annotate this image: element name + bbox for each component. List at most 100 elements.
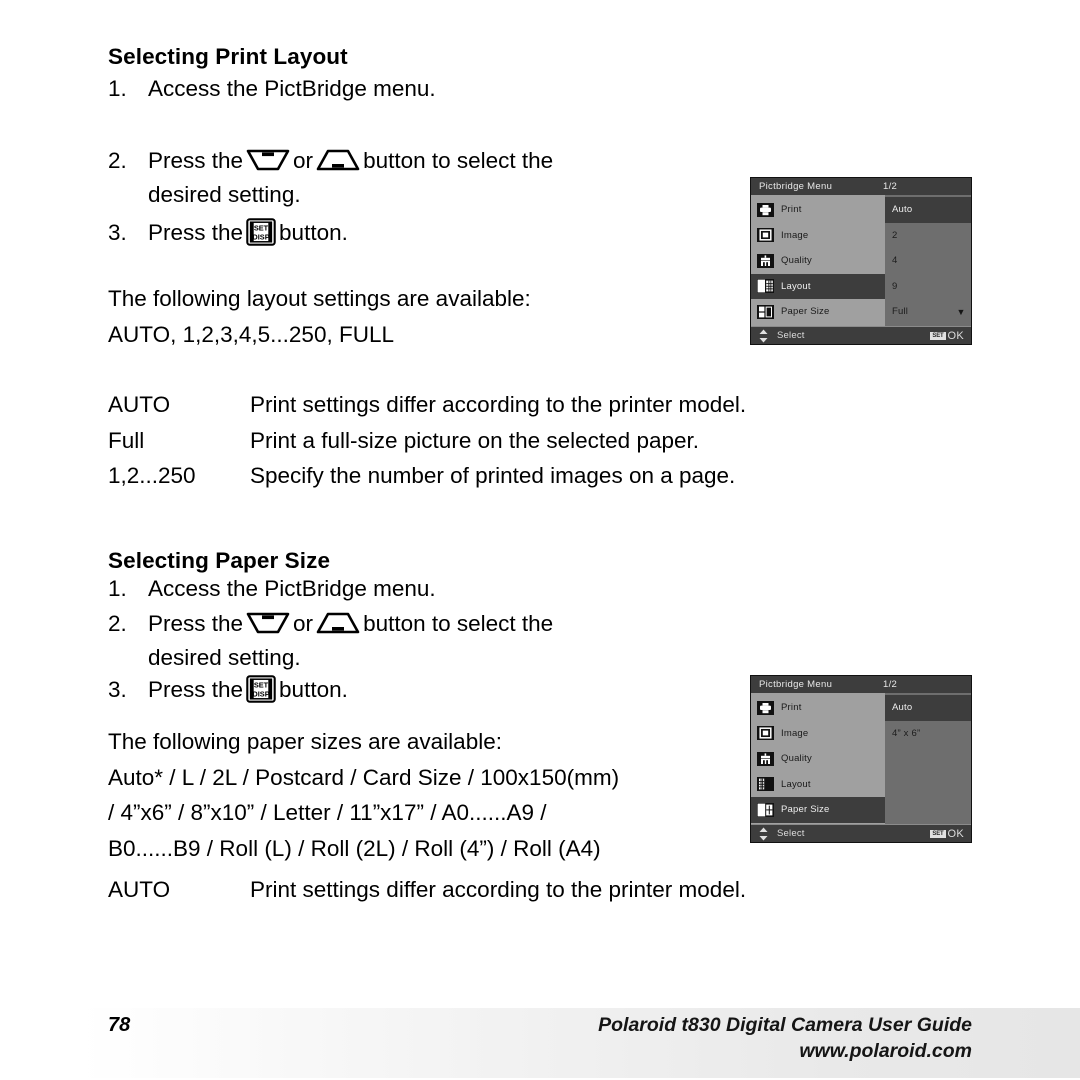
definition-row: AUTO Print settings differ according to … <box>108 877 988 902</box>
svg-text:SET: SET <box>254 224 269 233</box>
lcd-menu-item-layout[interactable]: Layout <box>751 772 885 798</box>
lcd-menu-item-print[interactable]: Print <box>751 695 885 721</box>
step-text-part: Press the <box>148 677 244 702</box>
lcd-menu-label: Quality <box>781 753 812 765</box>
svg-text:DISP: DISP <box>252 690 269 699</box>
svg-text:DISP: DISP <box>252 233 269 242</box>
lcd-value-row[interactable]: 4” x 6” <box>885 721 971 747</box>
step-text: Press the or button to select the <box>148 611 988 636</box>
lcd-menu-item-image[interactable]: Image <box>751 223 885 249</box>
definition-term: AUTO <box>108 392 171 417</box>
step-text-continued: desired setting. <box>148 644 301 670</box>
lcd-value-text: 2 <box>892 229 898 241</box>
lcd-value-text: Auto <box>892 204 913 216</box>
definition-row: Full Print a full-size picture on the se… <box>108 427 988 453</box>
step-text-part: Press the <box>148 148 244 173</box>
set-badge-icon: SET <box>930 829 946 838</box>
step-text: Access the PictBridge menu. <box>148 76 436 101</box>
definition-description: Specify the number of printed images on … <box>250 463 736 488</box>
lcd-value-text: 4 <box>892 255 898 267</box>
lcd-menu-label: Print <box>781 204 802 216</box>
lcd-menu-item-paper-size[interactable]: Paper Size <box>751 299 885 325</box>
step-text: Access the PictBridge menu. <box>148 576 436 601</box>
lcd-page-indicator: 1/2 <box>883 181 898 192</box>
lcd-menu-label: Layout <box>781 280 811 292</box>
up-down-arrows-icon <box>758 329 770 343</box>
page-title-print-layout: Selecting Print Layout <box>108 44 348 69</box>
lcd-value-row[interactable]: 9 <box>885 274 971 300</box>
up-trapezoid-button-icon <box>316 148 360 172</box>
lcd-value-row[interactable]: Auto <box>885 695 971 721</box>
lcd-menu-label: Paper Size <box>781 306 830 318</box>
lcd-value-list: Auto 4” x 6” <box>885 693 971 824</box>
definition-description: Print settings differ according to the p… <box>250 877 747 902</box>
lcd-footer-bar: Select SET OK <box>751 326 971 344</box>
lcd-title-text: Pictbridge Menu <box>759 181 833 192</box>
lcd-title-bar: Pictbridge Menu 1/2 <box>751 178 971 195</box>
scroll-down-arrow-icon[interactable]: ▼ <box>951 307 971 317</box>
lcd-menu-item-quality[interactable]: Quality <box>751 248 885 274</box>
definition-row: AUTO Print settings differ according to … <box>108 392 988 417</box>
footer-guide-title: Polaroid t830 Digital Camera User Guide <box>598 1014 972 1036</box>
manual-page: Selecting Print Layout 1. Access the Pic… <box>0 0 1080 1080</box>
lcd-menu-label: Paper Size <box>781 804 830 816</box>
printer-icon <box>757 700 774 715</box>
step-1-print-layout: 1. Access the PictBridge menu. <box>108 76 988 101</box>
lcd-menu-label: Quality <box>781 255 812 267</box>
lcd-menu-list: Print Image Quality Layout Paper Size <box>751 195 885 326</box>
lcd-value-row[interactable]: Auto <box>885 197 971 223</box>
section-paper-size: Selecting Paper Size <box>108 548 988 574</box>
step-text: Press the or button to select the <box>148 148 988 173</box>
step-number: 2. <box>108 148 127 173</box>
lcd-value-text: Auto <box>892 702 913 714</box>
lcd-value-list: Auto 2 4 9 Full ▼ <box>885 195 971 326</box>
lcd-menu-item-layout[interactable]: Layout <box>751 273 885 299</box>
lcd-footer-ok: SET OK <box>930 330 964 342</box>
quality-icon <box>757 751 774 766</box>
lcd-footer-ok-label: OK <box>947 329 964 342</box>
set-disp-button-icon: SET DISP <box>246 675 276 703</box>
lcd-screen-layout-menu: Pictbridge Menu 1/2 Print Image Quality … <box>750 177 972 345</box>
lcd-value-text: 4” x 6” <box>892 727 921 739</box>
step-text-part: Press the <box>148 220 244 245</box>
lcd-value-row[interactable]: 2 <box>885 223 971 249</box>
step-2-paper-size: 2. Press the or button to select the des… <box>108 611 988 669</box>
step-number: 1. <box>108 76 127 101</box>
definition-row: 1,2...250 Specify the number of printed … <box>108 463 988 488</box>
lcd-title-text: Pictbridge Menu <box>759 679 833 690</box>
lcd-screen-paper-size-menu: Pictbridge Menu 1/2 Print Image Quality … <box>750 675 972 843</box>
down-trapezoid-button-icon <box>246 611 290 635</box>
set-disp-button-icon: SET DISP <box>246 218 276 246</box>
step-text-part: button. <box>279 220 348 245</box>
step-text-part: or <box>293 611 314 636</box>
step-text-part: button. <box>279 677 348 702</box>
paper-size-definitions: AUTO Print settings differ according to … <box>108 877 988 902</box>
lcd-footer-label: Select <box>777 330 805 341</box>
image-icon <box>757 228 774 243</box>
lcd-value-row[interactable]: 4 <box>885 248 971 274</box>
lcd-menu-item-print[interactable]: Print <box>751 197 885 223</box>
layout-icon <box>757 279 774 294</box>
lcd-value-row[interactable]: Full ▼ <box>885 299 971 325</box>
step-text-part: Press the <box>148 611 244 636</box>
lcd-menu-item-image[interactable]: Image <box>751 721 885 747</box>
lcd-menu-item-paper-size[interactable]: Paper Size <box>751 797 885 823</box>
step-number: 2. <box>108 611 127 636</box>
quality-icon <box>757 253 774 268</box>
step-number: 1. <box>108 576 127 601</box>
definition-term: AUTO <box>108 877 171 902</box>
step-text-part: button to select the <box>363 611 554 636</box>
lcd-menu-item-quality[interactable]: Quality <box>751 746 885 772</box>
section-print-layout: Selecting Print Layout <box>108 44 988 70</box>
lcd-value-text: Full <box>892 306 909 318</box>
step-number: 3. <box>108 220 127 245</box>
lcd-menu-label: Image <box>781 727 809 739</box>
lcd-footer-label: Select <box>777 828 805 839</box>
lcd-value-row <box>885 746 971 772</box>
definition-term: Full <box>108 427 145 453</box>
image-icon <box>757 726 774 741</box>
up-down-arrows-icon <box>758 827 770 841</box>
printer-icon <box>757 202 774 217</box>
footer-website-url[interactable]: www.polaroid.com <box>598 1038 972 1064</box>
definition-description: Print a full-size picture on the selecte… <box>250 427 700 453</box>
